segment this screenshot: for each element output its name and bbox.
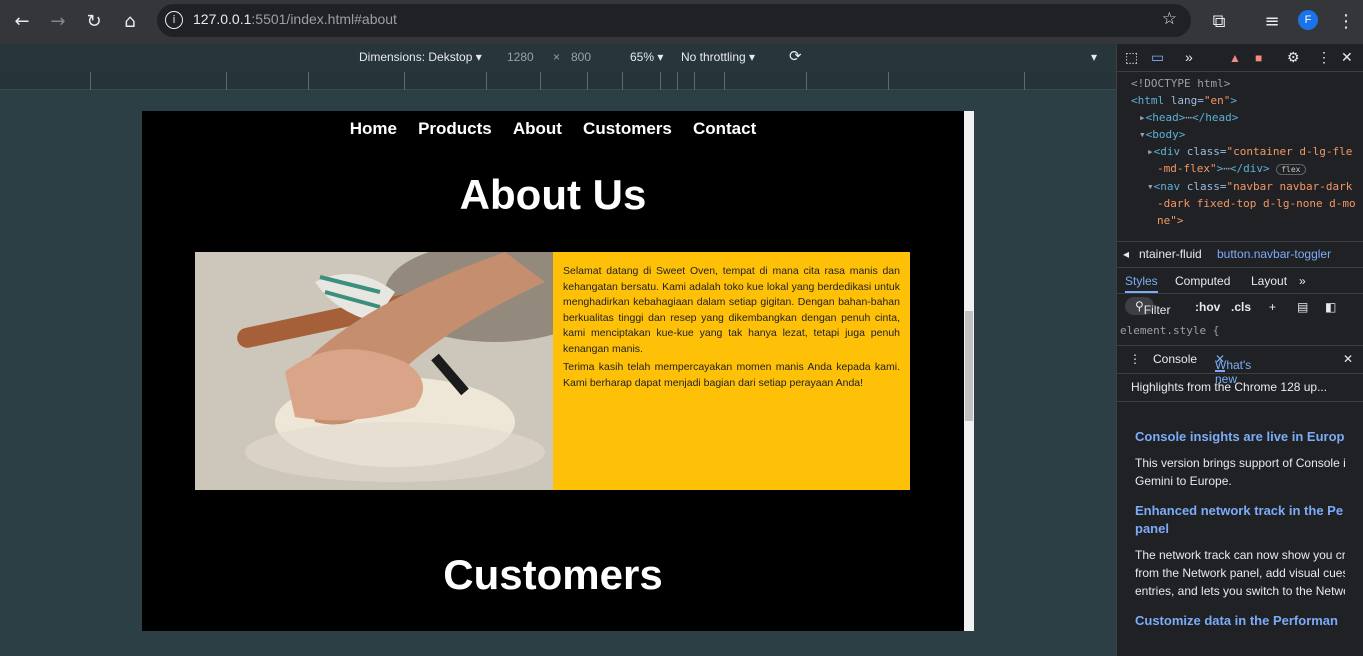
inspect-element-icon[interactable]: ⬚ xyxy=(1125,49,1138,66)
tab-console[interactable]: Console xyxy=(1153,352,1197,366)
back-arrow-icon[interactable]: ← xyxy=(8,8,36,36)
whats-new-heading-2[interactable]: Enhanced network track in the Pe panel xyxy=(1135,502,1345,538)
breadcrumb-item-button[interactable]: button.navbar-toggler xyxy=(1217,247,1331,261)
page-scrollbar[interactable] xyxy=(964,111,974,631)
element-style-rule[interactable]: element.style { xyxy=(1117,320,1363,346)
issues-icon[interactable]: ■ xyxy=(1255,51,1262,65)
customers-heading: Customers xyxy=(443,551,663,598)
more-menu-icon[interactable]: ⋮ xyxy=(1332,8,1360,36)
breadcrumb-back-icon[interactable]: ◂ xyxy=(1123,247,1129,261)
media-query-ruler xyxy=(0,72,1116,90)
settings-gear-icon[interactable]: ⚙ xyxy=(1287,49,1300,66)
website-page: Home Products About Customers Contact Ab… xyxy=(142,111,964,631)
dom-body[interactable]: ▾<body> xyxy=(1131,126,1363,143)
about-paragraph-2: Terima kasih telah mempercayakan momen m… xyxy=(563,361,900,389)
drawer-tabbar: ⋮ Console What's new ✕ ✕ xyxy=(1117,346,1363,386)
dough-kneading-photo xyxy=(195,252,553,490)
cls-toggle[interactable]: .cls xyxy=(1231,300,1251,314)
device-options-icon[interactable]: ▾ xyxy=(1091,50,1097,64)
more-tabs-icon[interactable]: » xyxy=(1299,274,1306,288)
device-toolbar: Dimensions: Dekstop ▾ 1280 × 800 65% ▾ N… xyxy=(0,44,1116,72)
height-input[interactable]: 800 xyxy=(571,50,591,64)
site-info-icon[interactable]: i xyxy=(165,11,183,29)
throttling-select[interactable]: No throttling ▾ xyxy=(681,50,755,64)
add-rule-icon[interactable]: + xyxy=(1269,300,1276,314)
close-drawer-icon[interactable]: ✕ xyxy=(1343,352,1353,366)
drawer-menu-icon[interactable]: ⋮ xyxy=(1129,352,1141,366)
forward-arrow-icon[interactable]: → xyxy=(44,8,72,36)
tab-styles[interactable]: Styles xyxy=(1125,274,1158,293)
site-navbar: Home Products About Customers Contact xyxy=(142,119,964,139)
about-heading: About Us xyxy=(459,171,647,218)
dimensions-times: × xyxy=(553,50,561,64)
emulated-viewport: Home Products About Customers Contact Ab… xyxy=(0,90,1116,656)
device-toggle-icon[interactable]: ▭ xyxy=(1151,49,1164,66)
media-controls-icon[interactable]: ≡ xyxy=(1258,8,1286,36)
warning-icon[interactable]: ▲ xyxy=(1229,51,1241,65)
scrollbar-thumb[interactable] xyxy=(965,311,973,421)
dimensions-select[interactable]: Dimensions: Dekstop ▾ xyxy=(359,50,482,64)
flex-badge[interactable]: flex xyxy=(1276,164,1306,175)
dom-html[interactable]: <html lang="en"> xyxy=(1131,92,1363,109)
breadcrumb: ◂ ntainer-fluid button.navbar-toggler xyxy=(1117,242,1363,268)
profile-avatar[interactable]: F xyxy=(1298,10,1318,30)
tab-layout[interactable]: Layout xyxy=(1251,274,1287,288)
dom-head[interactable]: ▸<head>⋯</head> xyxy=(1131,109,1363,126)
tab-whats-new[interactable]: What's new ✕ xyxy=(1215,352,1251,386)
about-text-box: Selamat datang di Sweet Oven, tempat di … xyxy=(553,252,910,490)
more-tabs-icon[interactable]: » xyxy=(1185,49,1193,65)
devtools-menu-icon[interactable]: ⋮ xyxy=(1317,49,1331,66)
elements-tree[interactable]: <!DOCTYPE html> <html lang="en"> ▸<head>… xyxy=(1117,72,1363,242)
home-icon[interactable]: ⌂ xyxy=(116,8,144,36)
nav-link-contact[interactable]: Contact xyxy=(693,119,756,138)
bookmark-star-icon[interactable]: ☆ xyxy=(1162,9,1177,29)
whats-new-body-1: This version brings support of Console i… xyxy=(1135,456,1345,488)
devtools-panel: ⬚ ▭ » ▲ ■ ⚙ ⋮ ✕ <!DOCTYPE html> <html la… xyxy=(1116,44,1363,656)
nav-link-about[interactable]: About xyxy=(513,119,562,138)
reload-icon[interactable]: ↻ xyxy=(80,8,108,36)
whats-new-body-2: The network track can now show you crit f… xyxy=(1135,548,1345,598)
zoom-select[interactable]: 65% ▾ xyxy=(630,50,663,64)
browser-toolbar: ← → ↻ ⌂ i 127.0.0.1:5501/index.html#abou… xyxy=(0,0,1363,44)
whats-new-content: Console insights are live in Europ This … xyxy=(1117,402,1363,644)
filter-input[interactable]: ⚲ Filter xyxy=(1125,297,1170,317)
nav-link-home[interactable]: Home xyxy=(350,119,397,138)
close-devtools-icon[interactable]: ✕ xyxy=(1341,49,1353,66)
styles-filterbar: ⚲ Filter :hov .cls + ▤ ◧ xyxy=(1117,294,1363,320)
styles-tabbar: Styles Computed Layout » xyxy=(1117,268,1363,294)
dom-doctype[interactable]: <!DOCTYPE html> xyxy=(1131,75,1363,92)
whats-new-heading-3[interactable]: Customize data in the Performan xyxy=(1135,612,1345,630)
breadcrumb-item-container[interactable]: ntainer-fluid xyxy=(1139,247,1202,261)
dom-div-container[interactable]: ▸<div class="container d-lg-fle xyxy=(1131,143,1363,160)
dom-nav[interactable]: ▾<nav class="navbar navbar-dark xyxy=(1131,178,1363,195)
whats-new-heading-1[interactable]: Console insights are live in Europ xyxy=(1135,428,1345,446)
nav-link-customers[interactable]: Customers xyxy=(583,119,672,138)
url-text[interactable]: 127.0.0.1:5501/index.html#about xyxy=(193,11,397,27)
rotate-icon[interactable]: ⟳ xyxy=(789,47,802,65)
tab-computed[interactable]: Computed xyxy=(1175,274,1230,288)
sidebar-toggle-icon[interactable]: ◧ xyxy=(1325,300,1336,314)
hov-toggle[interactable]: :hov xyxy=(1195,300,1220,314)
address-bar[interactable]: i 127.0.0.1:5501/index.html#about ☆ xyxy=(157,4,1191,37)
nav-link-products[interactable]: Products xyxy=(418,119,492,138)
paint-icon[interactable]: ▤ xyxy=(1297,300,1308,314)
about-paragraph-1: Selamat datang di Sweet Oven, tempat di … xyxy=(563,265,900,355)
extensions-icon[interactable]: ⧉ xyxy=(1205,8,1233,36)
width-input[interactable]: 1280 xyxy=(507,50,534,64)
devtools-tabbar: ⬚ ▭ » ▲ ■ ⚙ ⋮ ✕ xyxy=(1117,44,1363,72)
